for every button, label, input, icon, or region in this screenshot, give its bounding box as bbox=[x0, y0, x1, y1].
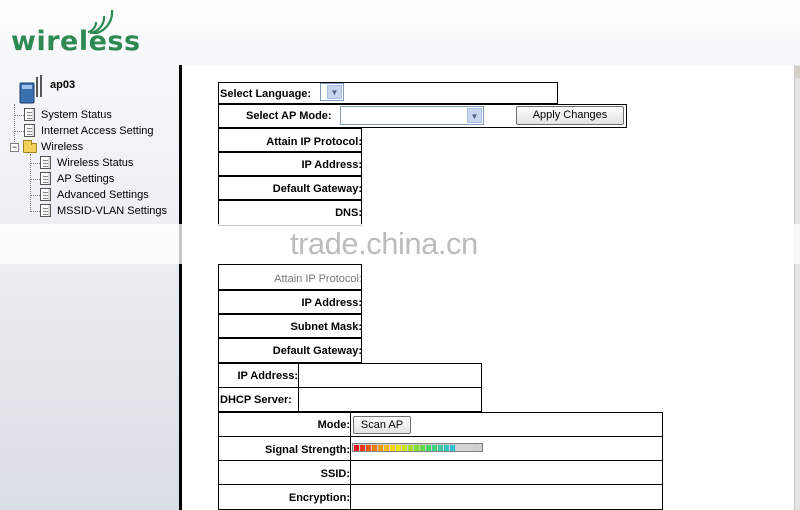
sidebar-item-ap-settings[interactable]: AP Settings bbox=[57, 172, 114, 186]
lan-subnet-mask-label: Subnet Mask: bbox=[290, 321, 362, 333]
tree-line bbox=[30, 163, 40, 164]
device-name[interactable]: ap03 bbox=[50, 78, 75, 92]
signal-segment bbox=[372, 445, 377, 451]
signal-segment bbox=[414, 445, 419, 451]
dhcp-ip-address-label: IP Address: bbox=[237, 370, 298, 382]
signal-strength-meter bbox=[352, 443, 483, 452]
encryption-label: Encryption: bbox=[288, 492, 350, 504]
vertical-scrollbar[interactable] bbox=[794, 65, 800, 510]
tree-line bbox=[14, 131, 24, 132]
encryption-value-cell bbox=[350, 484, 663, 510]
header: wireless bbox=[0, 0, 800, 65]
tree-line bbox=[30, 179, 40, 180]
signal-strength-label: Signal Strength: bbox=[265, 444, 350, 456]
document-icon bbox=[40, 172, 51, 185]
collapse-toggle[interactable]: − bbox=[10, 143, 19, 152]
signal-segment bbox=[420, 445, 425, 451]
lan-default-gateway-label: Default Gateway: bbox=[272, 345, 362, 357]
apply-changes-button[interactable]: Apply Changes bbox=[516, 106, 624, 125]
dhcp-ip-address-value-cell bbox=[298, 363, 482, 388]
signal-segment bbox=[408, 445, 413, 451]
signal-segment bbox=[444, 445, 449, 451]
tree-line bbox=[30, 195, 40, 196]
document-icon bbox=[24, 124, 35, 137]
dropdown-arrow-icon[interactable]: ▼ bbox=[327, 85, 342, 99]
wan-default-gateway-label: Default Gateway: bbox=[272, 183, 362, 195]
signal-segment bbox=[432, 445, 437, 451]
ap-mode-select[interactable]: ▼ bbox=[340, 106, 484, 125]
tree-line bbox=[14, 115, 24, 116]
document-icon bbox=[24, 108, 35, 121]
wan-ip-address-label: IP Address: bbox=[301, 159, 362, 171]
watermark-text: trade.china.cn bbox=[290, 226, 478, 261]
language-select[interactable]: ▼ bbox=[320, 83, 344, 101]
signal-segment bbox=[396, 445, 401, 451]
sidebar-item-advanced-settings[interactable]: Advanced Settings bbox=[57, 188, 149, 202]
document-icon bbox=[40, 156, 51, 169]
select-ap-mode-label: Select AP Mode: bbox=[246, 110, 332, 122]
ssid-value-cell bbox=[350, 460, 663, 485]
signal-segment bbox=[426, 445, 431, 451]
signal-segment bbox=[390, 445, 395, 451]
signal-segment bbox=[456, 445, 461, 451]
signal-segment bbox=[468, 445, 473, 451]
sidebar-item-wireless-status[interactable]: Wireless Status bbox=[57, 156, 133, 170]
dropdown-arrow-icon[interactable]: ▼ bbox=[467, 108, 482, 123]
signal-segment bbox=[402, 445, 407, 451]
signal-segment bbox=[438, 445, 443, 451]
sidebar-item-mssid-vlan-settings[interactable]: MSSID-VLAN Settings bbox=[57, 204, 167, 218]
scroll-up-arrow-icon[interactable] bbox=[794, 66, 800, 78]
document-icon bbox=[40, 204, 51, 217]
ssid-label: SSID: bbox=[320, 468, 350, 480]
dhcp-server-label: DHCP Server: bbox=[220, 394, 292, 406]
signal-segment bbox=[354, 445, 359, 451]
access-point-icon bbox=[19, 75, 42, 104]
wireless-mode-label: Mode: bbox=[317, 419, 350, 431]
signal-segment bbox=[378, 445, 383, 451]
signal-segment bbox=[462, 445, 467, 451]
signal-segment bbox=[360, 445, 365, 451]
signal-segment bbox=[450, 445, 455, 451]
document-icon bbox=[40, 188, 51, 201]
sidebar-item-system-status[interactable]: System Status bbox=[41, 108, 112, 122]
brand-logo: wireless bbox=[11, 26, 141, 57]
sidebar-item-internet-access-setting[interactable]: Internet Access Setting bbox=[41, 124, 154, 138]
wan-attain-ip-protocol-label: Attain IP Protocol: bbox=[266, 136, 362, 148]
select-language-label: Select Language: bbox=[220, 88, 312, 100]
lan-ip-address-label: IP Address: bbox=[301, 297, 362, 309]
signal-segment bbox=[384, 445, 389, 451]
lan-attain-ip-protocol-label: Attain IP Protocol: bbox=[274, 273, 362, 285]
signal-segment bbox=[366, 445, 371, 451]
dhcp-server-value-cell bbox=[298, 387, 482, 412]
wan-dns-label: DNS: bbox=[335, 207, 362, 219]
sidebar-item-wireless[interactable]: Wireless bbox=[41, 140, 83, 154]
folder-open-icon bbox=[23, 140, 37, 153]
tree-line bbox=[30, 211, 40, 212]
scan-ap-button[interactable]: Scan AP bbox=[353, 416, 411, 434]
